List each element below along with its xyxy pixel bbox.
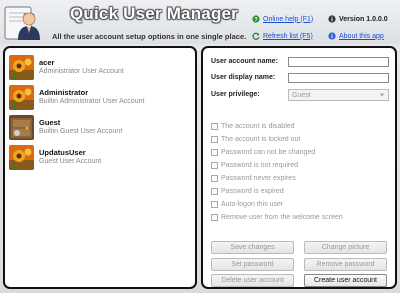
checkbox[interactable] bbox=[211, 201, 218, 208]
user-list-panel: acer Administrator User Account Administ… bbox=[3, 46, 197, 289]
user-name: UpdatusUser bbox=[39, 148, 86, 157]
privilege-label: User privilege: bbox=[211, 91, 260, 98]
user-name: acer bbox=[39, 58, 55, 67]
help-icon: ? bbox=[252, 15, 260, 23]
option-account-disabled[interactable]: The account is disabled bbox=[211, 123, 295, 130]
user-description: Builtin Guest User Account bbox=[39, 128, 123, 135]
flower-avatar-icon bbox=[9, 85, 34, 110]
set-password-button[interactable]: Set password bbox=[211, 258, 294, 271]
about-link[interactable]: About this app bbox=[328, 32, 384, 40]
flower-avatar-icon bbox=[9, 55, 34, 80]
user-list-item[interactable]: UpdatusUser Guest User Account bbox=[9, 145, 193, 171]
checkbox[interactable] bbox=[211, 136, 218, 143]
user-name: Guest bbox=[39, 118, 61, 127]
privilege-select[interactable]: Guest bbox=[288, 89, 389, 101]
user-description: Builtin Administrator User Account bbox=[39, 98, 145, 105]
user-list-item[interactable]: Guest Builtin Guest User Account bbox=[9, 115, 193, 141]
checkbox[interactable] bbox=[211, 188, 218, 195]
option-password-expired[interactable]: Password is expired bbox=[211, 188, 284, 195]
delete-user-button[interactable]: Delete user account bbox=[211, 274, 294, 287]
option-password-not-required[interactable]: Password is not required bbox=[211, 162, 298, 169]
account-name-label: User account name: bbox=[211, 58, 278, 65]
option-label: Password is expired bbox=[221, 188, 284, 195]
user-manager-logo-icon bbox=[4, 6, 40, 40]
guest-avatar-icon bbox=[9, 115, 34, 140]
refresh-list-link[interactable]: Refresh list (F5) bbox=[252, 32, 313, 40]
option-label: The account is disabled bbox=[221, 123, 295, 130]
refresh-list-label: Refresh list (F5) bbox=[263, 32, 313, 40]
change-picture-button[interactable]: Change picture bbox=[304, 241, 387, 254]
info-icon bbox=[328, 15, 336, 23]
user-description: Administrator User Account bbox=[39, 68, 124, 75]
user-list-item[interactable]: acer Administrator User Account bbox=[9, 55, 193, 81]
checkbox[interactable] bbox=[211, 175, 218, 182]
option-password-cannot-change[interactable]: Password can not be changed bbox=[211, 149, 315, 156]
version-info: Version 1.0.0.0 bbox=[328, 15, 388, 23]
user-name: Administrator bbox=[39, 88, 89, 97]
user-details-panel: User account name: User display name: Us… bbox=[201, 46, 397, 289]
option-label: Password can not be changed bbox=[221, 149, 316, 156]
app-title: Quick User Manager bbox=[70, 4, 238, 23]
checkbox[interactable] bbox=[211, 162, 218, 169]
svg-text:?: ? bbox=[254, 17, 258, 23]
online-help-label: Online help (F1) bbox=[263, 15, 314, 23]
online-help-link[interactable]: ? Online help (F1) bbox=[252, 15, 313, 23]
display-name-input[interactable] bbox=[288, 73, 389, 83]
app-header: Quick User Manager All the user account … bbox=[0, 0, 400, 44]
option-label: Password never expires bbox=[221, 175, 296, 182]
option-account-locked[interactable]: The account is locked out bbox=[211, 136, 300, 143]
option-label: Remove user from the welcome screen bbox=[221, 214, 343, 221]
option-label: Password is not required bbox=[221, 162, 299, 169]
checkbox[interactable] bbox=[211, 149, 218, 156]
flower-avatar-icon bbox=[9, 145, 34, 170]
checkbox[interactable] bbox=[211, 123, 218, 130]
about-icon bbox=[328, 32, 336, 40]
user-description: Guest User Account bbox=[39, 158, 102, 165]
version-label: Version 1.0.0.0 bbox=[339, 15, 388, 23]
privilege-value: Guest bbox=[292, 91, 311, 99]
option-password-never-expires[interactable]: Password never expires bbox=[211, 175, 296, 182]
account-name-input[interactable] bbox=[288, 57, 389, 67]
app-subtitle: All the user account setup options in on… bbox=[52, 32, 247, 41]
checkbox[interactable] bbox=[211, 214, 218, 221]
option-auto-logon[interactable]: Auto-logon this user bbox=[211, 201, 283, 208]
create-user-button[interactable]: Create user account bbox=[304, 274, 387, 287]
option-label: The account is locked out bbox=[221, 136, 301, 143]
remove-password-button[interactable]: Remove password bbox=[304, 258, 387, 271]
option-remove-welcome[interactable]: Remove user from the welcome screen bbox=[211, 214, 343, 221]
save-changes-button[interactable]: Save changes bbox=[211, 241, 294, 254]
refresh-icon bbox=[252, 32, 260, 40]
display-name-label: User display name: bbox=[211, 74, 276, 81]
chevron-down-icon bbox=[379, 93, 385, 97]
about-label: About this app bbox=[339, 32, 384, 40]
user-list-item[interactable]: Administrator Builtin Administrator User… bbox=[9, 85, 193, 111]
option-label: Auto-logon this user bbox=[221, 201, 284, 208]
